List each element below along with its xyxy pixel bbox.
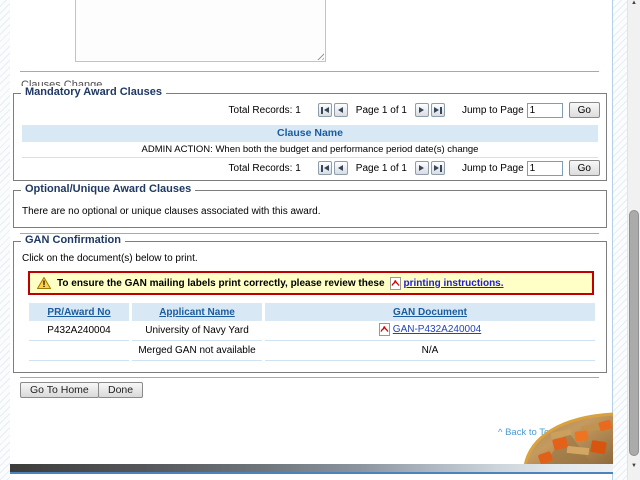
gan-confirmation-fieldset: GAN Confirmation Click on the document(s… xyxy=(13,234,607,373)
mandatory-clauses-legend: Mandatory Award Clauses xyxy=(21,86,166,98)
previous-page-icon xyxy=(338,107,344,113)
previous-page-icon xyxy=(338,165,344,171)
optional-clauses-legend: Optional/Unique Award Clauses xyxy=(21,183,196,195)
last-page-icon xyxy=(433,165,439,171)
go-to-home-button[interactable]: Go To Home xyxy=(20,382,99,398)
gan-document-link[interactable]: GAN-P432A240004 xyxy=(393,324,481,335)
first-page-icon xyxy=(320,106,323,114)
comment-textarea[interactable] xyxy=(75,0,326,62)
warning-banner: ! To ensure the GAN mailing labels print… xyxy=(28,271,594,295)
next-page-icon xyxy=(419,165,425,171)
cell-pr-award-no: P432A240004 xyxy=(29,321,129,341)
gan-document-table: PR/Award No Applicant Name GAN Document … xyxy=(26,303,598,361)
cell-applicant-name: University of Navy Yard xyxy=(132,321,262,341)
divider xyxy=(20,71,599,72)
printing-instructions-link[interactable]: printing instructions. xyxy=(404,278,504,289)
clause-row: ADMIN ACTION: When both the budget and p… xyxy=(22,142,598,158)
last-page-icon xyxy=(433,107,439,113)
jump-to-page-label: Jump to Page xyxy=(461,162,524,174)
last-page-button[interactable] xyxy=(430,161,445,175)
optional-clauses-empty-message: There are no optional or unique clauses … xyxy=(22,206,321,217)
jump-to-page-input[interactable] xyxy=(526,160,563,176)
pdf-icon xyxy=(389,276,401,290)
page-status: Page 1 of 1 xyxy=(355,162,407,174)
next-page-icon xyxy=(419,107,425,113)
table-header-row: PR/Award No Applicant Name GAN Document xyxy=(29,303,595,321)
first-page-button[interactable] xyxy=(317,161,332,175)
footer-metallic-band xyxy=(10,464,613,472)
first-page-icon xyxy=(320,164,323,172)
divider xyxy=(20,377,599,378)
next-page-button[interactable] xyxy=(414,103,429,117)
clause-name-header: Clause Name xyxy=(22,125,598,142)
scroll-down-icon[interactable]: ▼ xyxy=(631,463,637,469)
page-content: Clauses Change Mandatory Award Clauses T… xyxy=(10,0,614,480)
go-button[interactable]: Go xyxy=(568,160,600,176)
total-records-label: Total Records: 1 xyxy=(228,104,301,116)
go-button[interactable]: Go xyxy=(568,102,600,118)
table-row: P432A240004 University of Navy Yard GAN-… xyxy=(29,321,595,341)
done-button[interactable]: Done xyxy=(98,382,144,398)
header-pr-award-no[interactable]: PR/Award No xyxy=(29,303,129,321)
warning-text: To ensure the GAN mailing labels print c… xyxy=(57,277,385,289)
cell-applicant-name: Merged GAN not available xyxy=(132,341,262,361)
gan-instruction-text: Click on the document(s) below to print. xyxy=(22,253,198,264)
jump-to-page-label: Jump to Page xyxy=(461,104,524,116)
footer-blue-line xyxy=(10,472,613,474)
previous-page-button[interactable] xyxy=(333,103,348,117)
cell-gan-document: GAN-P432A240004 xyxy=(265,321,595,341)
header-applicant-name[interactable]: Applicant Name xyxy=(132,303,262,321)
vertical-scrollbar[interactable]: ▲ ▼ xyxy=(627,0,640,480)
optional-clauses-fieldset: Optional/Unique Award Clauses There are … xyxy=(13,183,607,228)
svg-text:!: ! xyxy=(43,279,46,289)
first-page-button[interactable] xyxy=(317,103,332,117)
pagination-bottom: Total Records: 1 Page 1 of 1 Jump to Pag… xyxy=(229,160,600,176)
classroom-photo xyxy=(523,411,614,467)
mandatory-clauses-fieldset: Mandatory Award Clauses Total Records: 1… xyxy=(13,86,607,181)
table-row: Merged GAN not available N/A xyxy=(29,341,595,361)
pdf-icon xyxy=(378,322,390,336)
scroll-up-icon[interactable]: ▲ xyxy=(631,0,637,6)
warning-icon: ! xyxy=(37,277,51,289)
total-records-label: Total Records: 1 xyxy=(228,162,301,174)
page-status: Page 1 of 1 xyxy=(355,104,407,116)
cell-pr-award-no xyxy=(29,341,129,361)
scrollbar-thumb[interactable] xyxy=(629,210,639,456)
gan-confirmation-legend: GAN Confirmation xyxy=(21,234,125,246)
next-page-button[interactable] xyxy=(414,161,429,175)
last-page-button[interactable] xyxy=(430,103,445,117)
previous-page-button[interactable] xyxy=(333,161,348,175)
pagination-top: Total Records: 1 Page 1 of 1 Jump to Pag… xyxy=(229,102,600,118)
cell-gan-document: N/A xyxy=(265,341,595,361)
jump-to-page-input[interactable] xyxy=(526,102,563,118)
header-gan-document[interactable]: GAN Document xyxy=(265,303,595,321)
